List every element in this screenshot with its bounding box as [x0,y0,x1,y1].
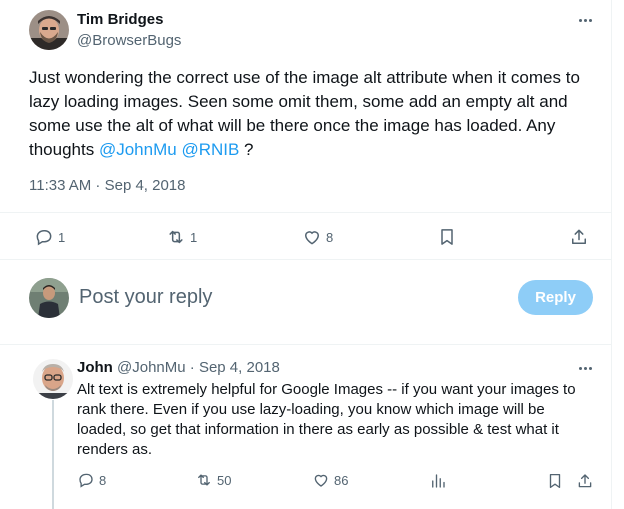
like-count: 8 [326,229,334,245]
bookmark-action[interactable] [437,227,457,247]
reply-like-count: 86 [334,472,349,488]
divider [0,212,612,213]
repost-icon [198,474,210,486]
divider [0,259,612,260]
reply-button[interactable]: Reply [518,280,593,315]
reply-share-action[interactable] [576,472,594,490]
repost-action[interactable]: 1 [166,227,197,247]
reply-input[interactable]: Post your reply [79,286,212,309]
more-options-icon[interactable] [579,19,592,22]
mention-johnmu[interactable]: @JohnMu [99,140,177,159]
reply-count: 1 [58,229,66,245]
reply-date[interactable]: Sep 4, 2018 [199,359,280,376]
bookmark-icon [441,229,453,245]
post-detail: Tim Bridges @BrowserBugs Just wondering … [0,0,612,509]
reply-reply-count: 8 [99,472,107,488]
reply-views-action[interactable] [429,472,447,490]
bookmark-icon [549,473,561,489]
tweet-text: Just wondering the correct use of the im… [29,66,589,162]
reply-author-name[interactable]: John [77,359,113,376]
thread-line [52,400,54,509]
reply-repost-count: 50 [217,472,232,488]
share-icon [572,229,586,244]
author-name[interactable]: Tim Bridges [77,11,163,28]
divider [0,344,612,345]
heart-icon [314,474,328,487]
reply-separator: · [185,359,199,376]
reply-bookmark-action[interactable] [546,472,564,490]
reply-action[interactable]: 1 [34,227,65,247]
post-timestamp[interactable]: 11:33 AM · Sep 4, 2018 [29,177,186,194]
share-action[interactable] [569,227,589,247]
reply-reply-action[interactable]: 8 [77,471,106,489]
reply-icon [79,473,93,488]
like-action[interactable]: 8 [302,227,333,247]
reply-author-avatar[interactable] [33,359,73,399]
reply-like-action[interactable]: 86 [312,471,348,489]
share-icon [578,474,592,488]
repost-count: 1 [190,229,198,245]
author-avatar[interactable] [29,10,69,50]
reply-text: Alt text is extremely helpful for Google… [77,381,576,458]
reply-icon [36,230,52,246]
reply-more-options-icon[interactable] [579,367,592,370]
user-avatar[interactable] [29,278,69,318]
mention-rnib[interactable]: @RNIB [181,140,239,159]
reply-author-handle[interactable]: @JohnMu [117,359,186,376]
repost-icon [169,230,183,244]
author-handle[interactable]: @BrowserBugs [77,32,181,49]
tweet-text-end: ? [239,140,254,159]
reply-header: John @JohnMu · Sep 4, 2018 [77,359,280,376]
analytics-icon [432,474,445,488]
reply-repost-action[interactable]: 50 [195,471,231,489]
heart-icon [304,231,320,245]
